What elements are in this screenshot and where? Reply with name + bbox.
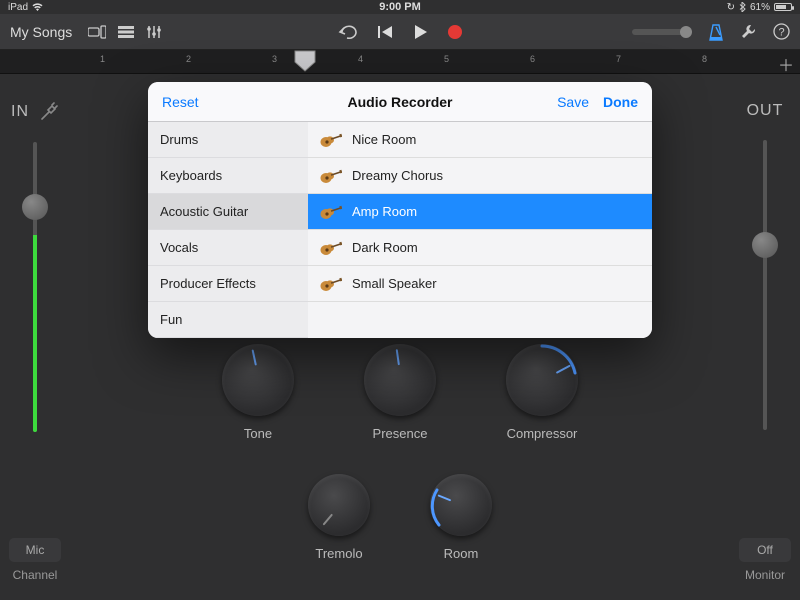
timeline-ruler[interactable]: ＋ 1 2 3 4 5 6 7 8 (0, 50, 800, 74)
ruler-mark: 7 (616, 54, 621, 64)
input-fader-knob[interactable] (22, 194, 48, 220)
help-icon[interactable]: ? (773, 23, 790, 40)
wifi-icon (32, 3, 43, 12)
ruler-mark: 3 (272, 54, 277, 64)
category-list: DrumsKeyboardsAcoustic GuitarVocalsProdu… (148, 122, 308, 338)
status-bar: iPad 9:00 PM ↻ 61% (0, 0, 800, 14)
tremolo-label: Tremolo (315, 546, 362, 561)
ruler-mark: 4 (358, 54, 363, 64)
category-item[interactable]: Drums (148, 122, 308, 158)
presence-knob[interactable] (364, 344, 436, 416)
category-item[interactable]: Producer Effects (148, 266, 308, 302)
ruler-mark: 8 (702, 54, 707, 64)
output-fader-knob[interactable] (752, 232, 778, 258)
modal-title: Audio Recorder (347, 94, 452, 110)
ruler-mark: 2 (186, 54, 191, 64)
monitor-label: Monitor (739, 568, 791, 582)
preset-item[interactable]: Dark Room (308, 230, 652, 266)
rewind-icon[interactable] (378, 25, 394, 39)
guitar-icon (320, 276, 342, 292)
preset-label: Small Speaker (352, 276, 437, 291)
compressor-knob[interactable] (506, 344, 578, 416)
mixer-icon[interactable] (146, 25, 162, 39)
plug-icon[interactable] (39, 102, 59, 122)
tremolo-knob[interactable] (308, 474, 370, 536)
preset-label: Amp Room (352, 204, 417, 219)
battery-icon (774, 3, 792, 11)
preset-list: Nice Room Dreamy Chorus Amp Room Dark Room S… (308, 122, 652, 338)
record-button[interactable] (448, 25, 462, 39)
presence-label: Presence (373, 426, 428, 441)
mic-button[interactable]: Mic (9, 538, 61, 562)
guitar-icon (320, 204, 342, 220)
preset-item[interactable]: Amp Room (308, 194, 652, 230)
done-button[interactable]: Done (603, 94, 638, 110)
preset-item[interactable]: Dreamy Chorus (308, 158, 652, 194)
my-songs-button[interactable]: My Songs (10, 24, 72, 40)
preset-label: Dark Room (352, 240, 418, 255)
monitor-off-button[interactable]: Off (739, 538, 791, 562)
preset-label: Nice Room (352, 132, 416, 147)
preset-item[interactable]: Nice Room (308, 122, 652, 158)
bluetooth-icon (739, 2, 746, 12)
ruler-mark: 6 (530, 54, 535, 64)
modal-header: Reset Audio Recorder Save Done (148, 82, 652, 122)
svg-text:?: ? (778, 27, 784, 39)
add-track-icon[interactable]: ＋ (778, 52, 794, 76)
tone-label: Tone (244, 426, 272, 441)
room-label: Room (444, 546, 479, 561)
clock: 9:00 PM (379, 1, 421, 13)
browser-view-icon[interactable] (88, 25, 106, 39)
master-volume-slider[interactable] (632, 29, 692, 35)
category-item[interactable]: Acoustic Guitar (148, 194, 308, 230)
undo-icon[interactable] (338, 25, 358, 39)
channel-label: Channel (9, 568, 61, 582)
category-item[interactable]: Keyboards (148, 158, 308, 194)
preset-item[interactable]: Small Speaker (308, 266, 652, 302)
category-item[interactable]: Fun (148, 302, 308, 338)
metronome-icon[interactable] (708, 23, 724, 41)
top-toolbar: My Songs ? (0, 14, 800, 50)
guitar-icon (320, 132, 342, 148)
compressor-label: Compressor (507, 426, 578, 441)
orientation-lock-icon: ↻ (727, 2, 735, 13)
category-item[interactable]: Vocals (148, 230, 308, 266)
output-fader[interactable] (763, 140, 767, 430)
tracks-view-icon[interactable] (118, 26, 134, 38)
preset-label: Dreamy Chorus (352, 168, 443, 183)
ruler-mark: 5 (444, 54, 449, 64)
play-icon[interactable] (414, 24, 428, 40)
input-column: IN Mic Channel (0, 74, 70, 600)
room-knob[interactable] (430, 474, 492, 536)
playhead-icon[interactable] (294, 50, 316, 72)
in-label: IN (11, 103, 29, 121)
out-label: OUT (747, 102, 784, 120)
tone-knob[interactable] (222, 344, 294, 416)
input-fader[interactable] (33, 142, 37, 432)
input-level-meter (33, 235, 37, 432)
ruler-mark: 1 (100, 54, 105, 64)
reset-button[interactable]: Reset (162, 94, 199, 110)
save-button[interactable]: Save (557, 94, 589, 110)
preset-modal: Reset Audio Recorder Save Done DrumsKeyb… (148, 82, 652, 338)
guitar-icon (320, 168, 342, 184)
output-column: OUT Off Monitor (730, 74, 800, 600)
guitar-icon (320, 240, 342, 256)
battery-pct: 61% (750, 2, 770, 13)
settings-icon[interactable] (740, 23, 757, 40)
device-name: iPad (8, 2, 28, 13)
